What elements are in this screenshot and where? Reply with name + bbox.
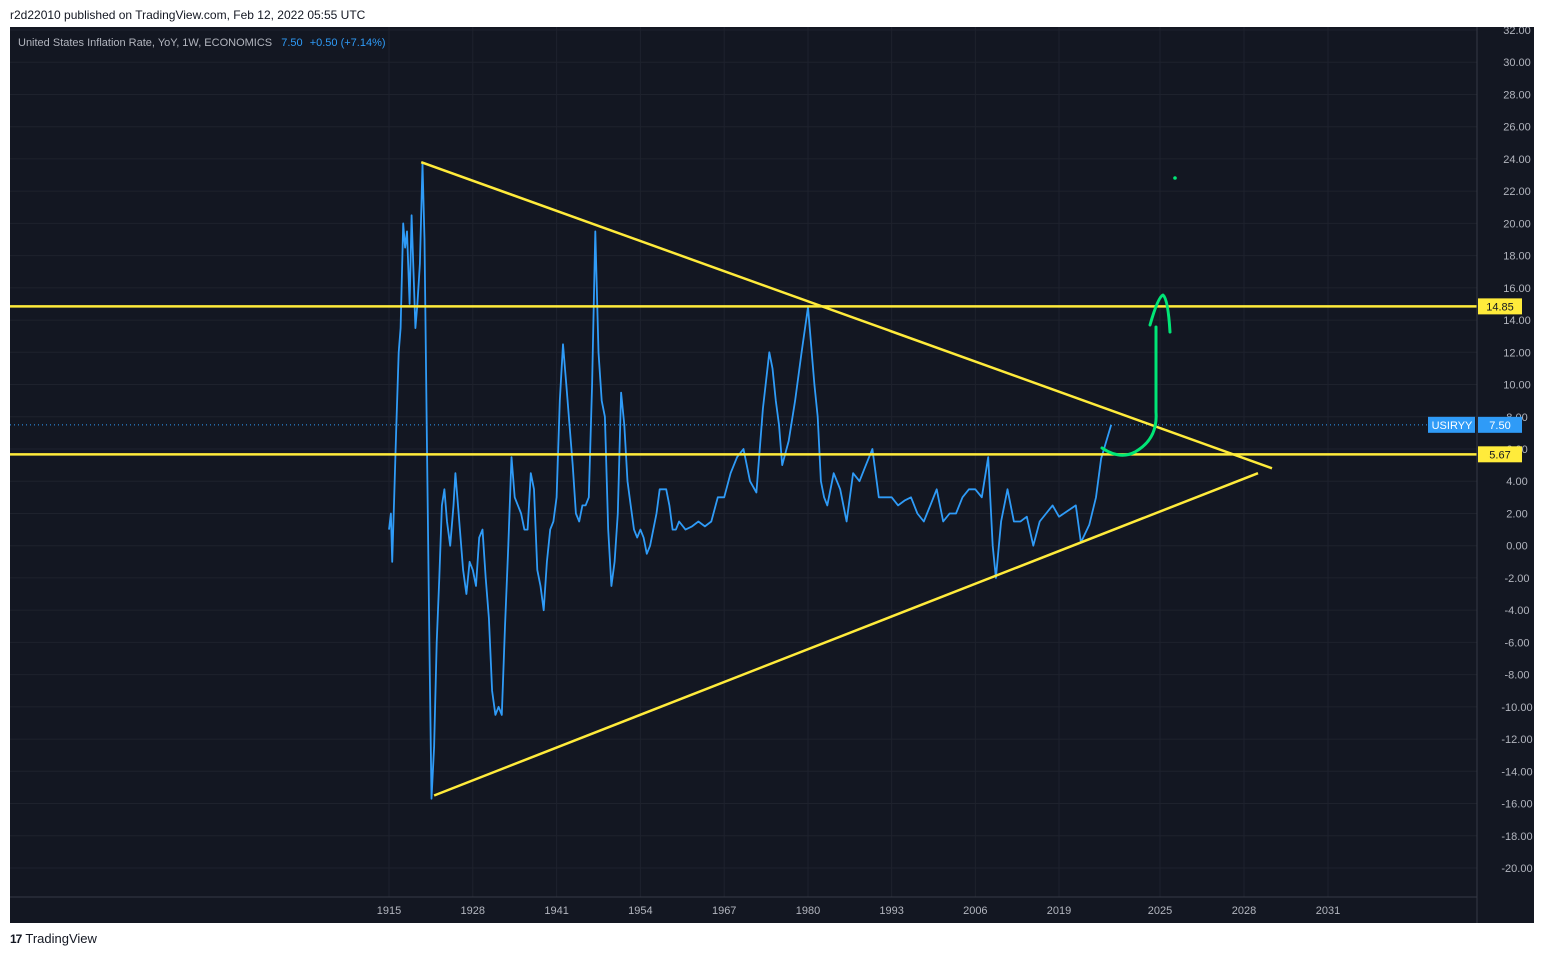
legend-change: +0.50 (+7.14%) [309,37,386,49]
y-tick-label: -16.00 [1501,799,1532,811]
legend-last: 7.50 [281,37,303,49]
green-dot-marker [1173,176,1177,180]
price-tag-current: 7.50 [1489,420,1510,432]
y-tick-label: 12.00 [1503,347,1531,359]
y-tick-label: -4.00 [1504,605,1529,617]
y-tick-label: 32.00 [1503,27,1531,37]
x-tick-label: 1915 [377,905,401,917]
price-tag-current-symbol: USIRYY [1432,420,1473,432]
footer-brand: TradingView [25,931,97,946]
y-tick-label: 2.00 [1506,508,1527,520]
y-tick-label: -12.00 [1501,734,1532,746]
x-tick-label: 2028 [1232,905,1256,917]
chart-area[interactable]: 32.00 30.00 28.00 26.00 24.00 22.00 20.00 18.00… [10,27,1534,923]
y-tick-label: 28.00 [1503,89,1531,101]
y-tick-label: 14.00 [1503,315,1531,327]
y-tick-label: 16.00 [1503,283,1531,295]
x-tick-label: 1980 [796,905,820,917]
y-tick-label: 22.00 [1503,186,1531,198]
x-tick-label: 1993 [879,905,903,917]
x-tick-label: 2019 [1047,905,1071,917]
tradingview-logo-icon: 17 [10,931,22,946]
y-tick-label: -2.00 [1504,573,1529,585]
trend-line [420,160,1273,470]
y-tick-label: 18.00 [1503,251,1531,263]
y-tick-label: 26.00 [1503,122,1531,134]
x-tick-label: 2006 [963,905,987,917]
x-tick-label: 2025 [1148,905,1172,917]
x-tick-label: 1941 [544,905,568,917]
price-tag-horizontal: 14.85 [1486,301,1514,313]
y-tick-label: 10.00 [1503,380,1531,392]
y-tick-label: -8.00 [1504,670,1529,682]
y-tick-label: 24.00 [1503,154,1531,166]
y-tick-label: 4.00 [1506,476,1527,488]
chart-canvas[interactable]: 32.00 30.00 28.00 26.00 24.00 22.00 20.00 18.00… [10,27,1534,923]
y-tick-label: 0.00 [1506,541,1527,553]
legend-title: United States Inflation Rate, YoY, 1W, E… [18,37,273,49]
x-tick-label: 1967 [712,905,736,917]
y-tick-label: -6.00 [1504,637,1529,649]
x-tick-label: 2031 [1316,905,1340,917]
price-tag-horizontal: 5.67 [1489,449,1510,461]
y-tick-label: -20.00 [1501,863,1532,875]
x-tick-label: 1928 [461,905,485,917]
y-tick-label: 30.00 [1503,57,1531,69]
y-tick-label: -18.00 [1501,831,1532,843]
footer: 17 TradingView [10,931,97,946]
y-tick-label: 20.00 [1503,218,1531,230]
y-tick-label: -14.00 [1501,766,1532,778]
x-tick-label: 1954 [628,905,652,917]
chart-legend: United States Inflation Rate, YoY, 1W, E… [18,37,386,49]
publisher-line: r2d22010 published on TradingView.com, F… [10,8,366,22]
y-tick-label: -10.00 [1501,702,1532,714]
